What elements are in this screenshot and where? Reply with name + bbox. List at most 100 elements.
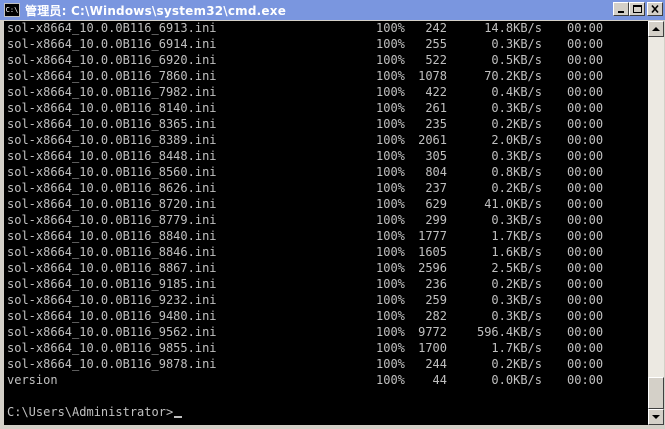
rate: 0.2KB/s [491,181,542,195]
elapsed: 00:00 [567,53,604,67]
percent: 100% [376,325,405,339]
file-name: version [7,373,58,387]
transfer-row: sol-x8664_10.0.0B116_8140.ini 100% 261 0.3K… [7,101,637,117]
percent: 100% [376,117,405,131]
file-size: 2061 [418,133,447,147]
rate: 1.7KB/s [491,229,542,243]
file-name: sol-x8664_10.0.0B116_9562.ini [7,325,217,339]
file-name: sol-x8664_10.0.0B116_9185.ini [7,277,217,291]
cmd-icon[interactable]: C:\ [4,3,20,17]
elapsed: 00:00 [567,149,604,163]
file-name: sol-x8664_10.0.0B116_8867.ini [7,261,217,275]
maximize-icon [633,5,642,13]
scrollbar-thumb[interactable] [648,377,664,409]
elapsed: 00:00 [567,69,604,83]
elapsed: 00:00 [567,101,604,115]
window-title: 管理员: C:\Windows\system32\cmd.exe [25,3,287,18]
transfer-row: sol-x8664_10.0.0B116_8720.ini 100% 629 41.0… [7,197,637,213]
rate: 2.0KB/s [491,133,542,147]
command-prompt[interactable]: C:\Users\Administrator> [7,405,183,421]
transfer-row: sol-x8664_10.0.0B116_9480.ini 100% 282 0.3K… [7,309,637,325]
close-icon [651,4,659,14]
transfer-row: sol-x8664_10.0.0B116_9562.ini 100% 9772 596… [7,325,637,341]
file-name: sol-x8664_10.0.0B116_7860.ini [7,69,217,83]
title-bar[interactable]: C:\ 管理员: C:\Windows\system32\cmd.exe [0,0,665,20]
arrow-down-icon [652,415,660,419]
file-name: sol-x8664_10.0.0B116_9855.ini [7,341,217,355]
file-name: sol-x8664_10.0.0B116_6914.ini [7,37,217,51]
file-name: sol-x8664_10.0.0B116_8560.ini [7,165,217,179]
percent: 100% [376,69,405,83]
elapsed: 00:00 [567,133,604,147]
percent: 100% [376,245,405,259]
elapsed: 00:00 [567,229,604,243]
percent: 100% [376,261,405,275]
file-size: 299 [425,213,447,227]
file-size: 244 [425,357,447,371]
file-size: 9772 [418,325,447,339]
elapsed: 00:00 [567,245,604,259]
console-output[interactable]: sol-x8664_10.0.0B116_6913.ini 100% 242 14.8… [4,21,648,425]
file-size: 629 [425,197,447,211]
scroll-up-button[interactable] [648,21,664,37]
elapsed: 00:00 [567,309,604,323]
file-size: 522 [425,53,447,67]
rate: 1.6KB/s [491,245,542,259]
transfer-row: sol-x8664_10.0.0B116_8365.ini 100% 235 0.2K… [7,117,637,133]
percent: 100% [376,373,405,387]
rate: 0.3KB/s [491,213,542,227]
percent: 100% [376,293,405,307]
percent: 100% [376,197,405,211]
file-size: 282 [425,309,447,323]
percent: 100% [376,165,405,179]
transfer-row: sol-x8664_10.0.0B116_8560.ini 100% 804 0.8K… [7,165,637,181]
rate: 0.4KB/s [491,85,542,99]
transfer-row: sol-x8664_10.0.0B116_7860.ini 100% 1078 70.… [7,69,637,85]
file-size: 236 [425,277,447,291]
rate: 0.2KB/s [491,357,542,371]
percent: 100% [376,181,405,195]
percent: 100% [376,357,405,371]
elapsed: 00:00 [567,357,604,371]
prompt-text: C:\Users\Administrator> [7,405,174,419]
file-name: sol-x8664_10.0.0B116_6920.ini [7,53,217,67]
rate: 0.3KB/s [491,293,542,307]
maximize-button[interactable] [629,2,645,16]
file-size: 2596 [418,261,447,275]
minimize-button[interactable] [613,2,629,16]
minimize-icon [618,11,624,13]
file-name: sol-x8664_10.0.0B116_9232.ini [7,293,217,307]
elapsed: 00:00 [567,213,604,227]
file-name: sol-x8664_10.0.0B116_8140.ini [7,101,217,115]
file-size: 242 [425,21,447,35]
rate: 41.0KB/s [484,197,542,211]
elapsed: 00:00 [567,181,604,195]
file-size: 305 [425,149,447,163]
elapsed: 00:00 [567,373,604,387]
elapsed: 00:00 [567,293,604,307]
transfer-row: sol-x8664_10.0.0B116_9878.ini 100% 244 0.2K… [7,357,637,373]
file-size: 259 [425,293,447,307]
transfer-row: sol-x8664_10.0.0B116_9232.ini 100% 259 0.3K… [7,293,637,309]
percent: 100% [376,101,405,115]
percent: 100% [376,309,405,323]
file-name: sol-x8664_10.0.0B116_8626.ini [7,181,217,195]
transfer-row: sol-x8664_10.0.0B116_8840.ini 100% 1777 1.7… [7,229,637,245]
rate: 14.8KB/s [484,21,542,35]
window-controls [613,2,663,16]
vertical-scrollbar[interactable] [648,21,664,425]
transfer-row: sol-x8664_10.0.0B116_9855.ini 100% 1700 1.7… [7,341,637,357]
scroll-down-button[interactable] [648,409,664,425]
percent: 100% [376,133,405,147]
arrow-up-icon [652,27,660,31]
transfer-row: sol-x8664_10.0.0B116_8846.ini 100% 1605 1.6… [7,245,637,261]
transfer-row: sol-x8664_10.0.0B116_8389.ini 100% 2061 2.0… [7,133,637,149]
close-button[interactable] [647,2,663,16]
rate: 0.3KB/s [491,149,542,163]
percent: 100% [376,213,405,227]
percent: 100% [376,341,405,355]
elapsed: 00:00 [567,165,604,179]
file-size: 1078 [418,69,447,83]
file-size: 1605 [418,245,447,259]
transfer-row: version 100% 44 0.0KB/s 00:00 [7,373,637,389]
